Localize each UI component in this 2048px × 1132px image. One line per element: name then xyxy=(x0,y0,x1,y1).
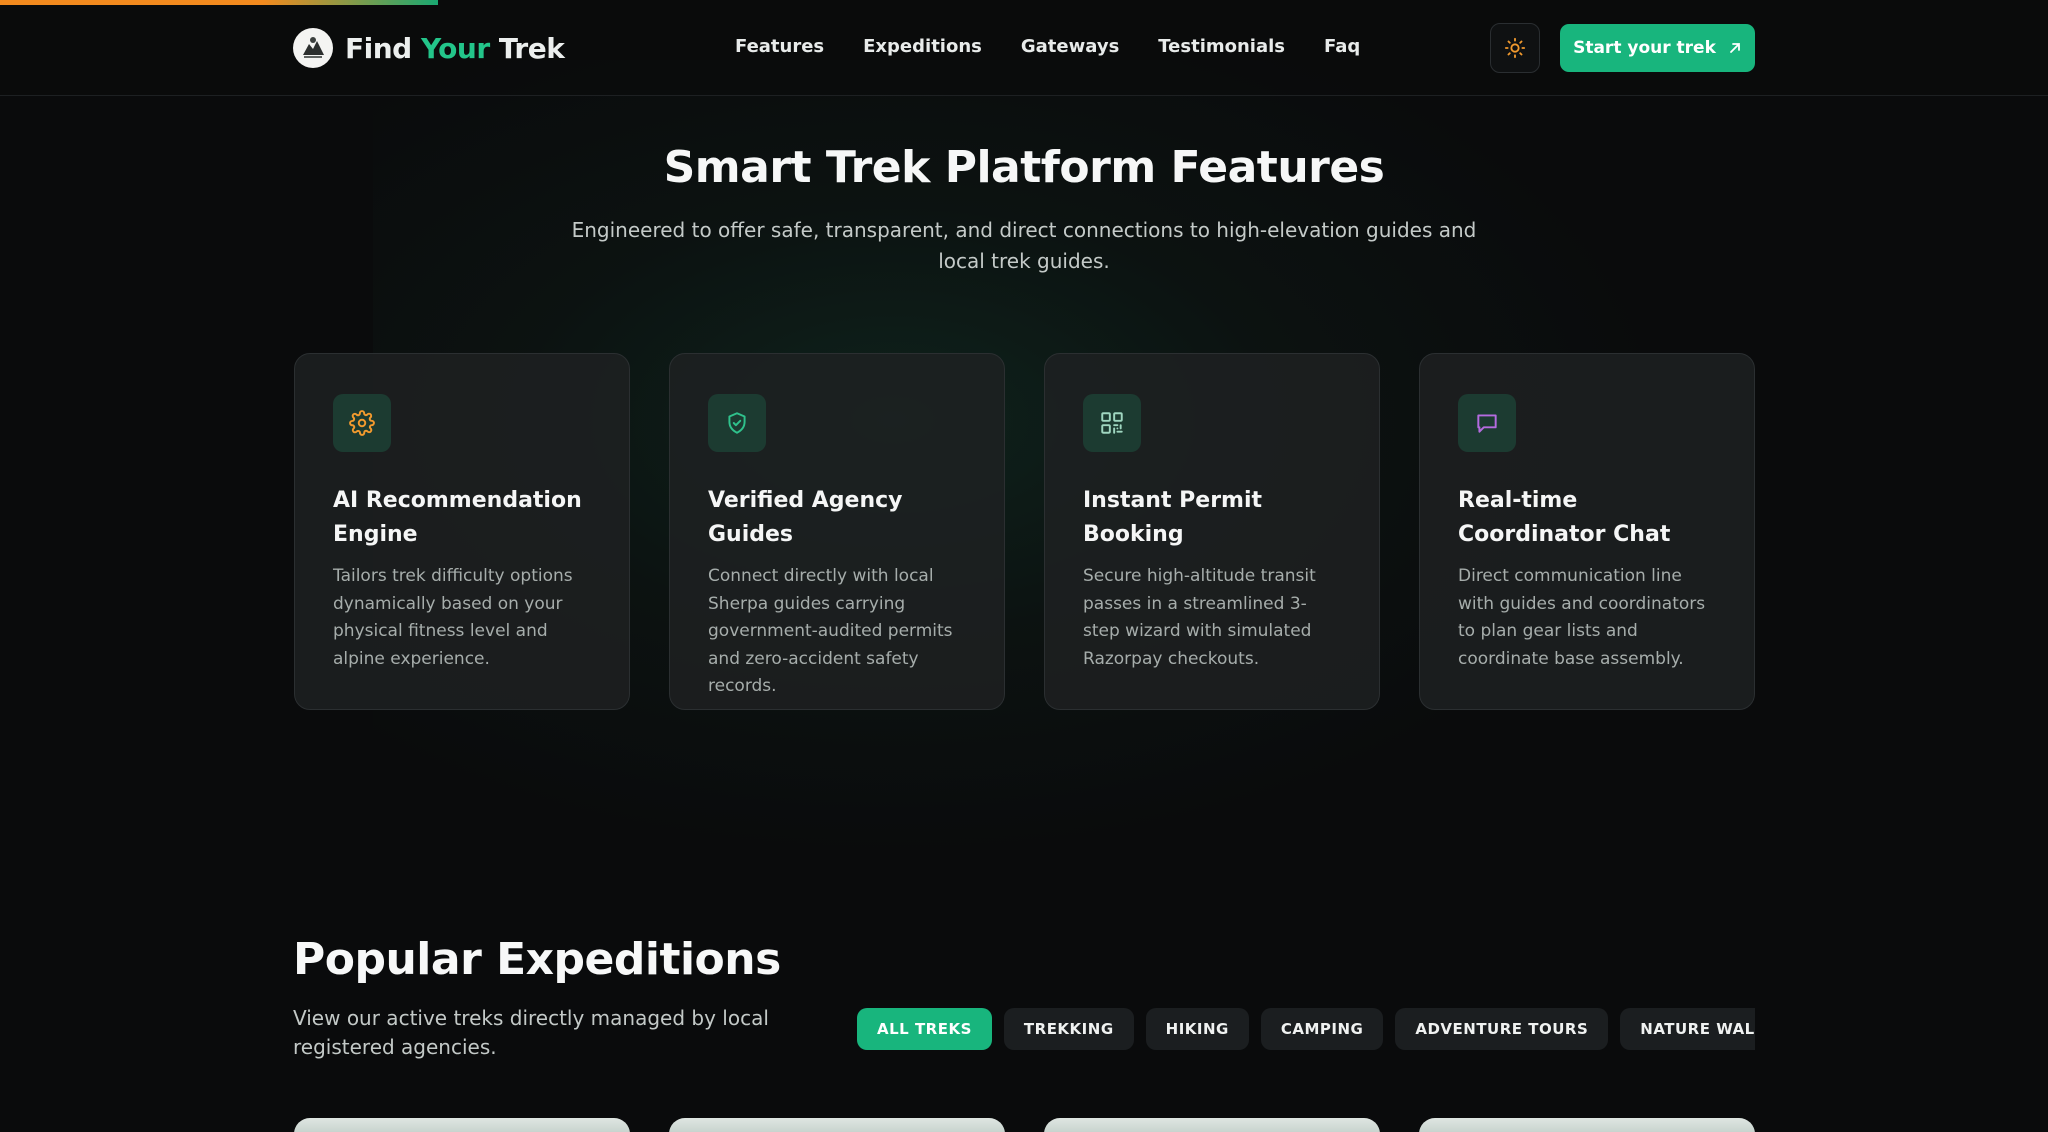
nav-testimonials[interactable]: Testimonials xyxy=(1158,36,1285,57)
nav-faq[interactable]: Faq xyxy=(1324,36,1360,57)
qr-code-icon xyxy=(1101,412,1123,434)
feature-card-guides: Verified Agency Guides Connect directly … xyxy=(669,353,1005,710)
feature-card-title: AI Recommendation Engine xyxy=(333,488,582,547)
filter-hiking[interactable]: HIKING xyxy=(1145,1008,1249,1050)
theme-toggle-button[interactable] xyxy=(1490,23,1540,73)
arrow-up-right-icon xyxy=(1729,43,1740,53)
feature-card-title: Verified Agency Guides xyxy=(708,488,903,547)
filter-camping[interactable]: CAMPING xyxy=(1260,1008,1384,1050)
main-nav: Features Expeditions Gateways Testimonia… xyxy=(735,36,1360,57)
expedition-card-image[interactable] xyxy=(1419,1118,1755,1132)
feature-icon-tile xyxy=(333,394,391,452)
expedition-card-image[interactable] xyxy=(294,1118,630,1132)
filter-nature-walks[interactable]: NATURE WALKS xyxy=(1620,1008,1755,1050)
expedition-cards xyxy=(294,1118,1755,1132)
expedition-card-image[interactable] xyxy=(1044,1118,1380,1132)
feature-icon-tile xyxy=(1083,394,1141,452)
trek-logo-icon xyxy=(293,28,333,68)
feature-cards: AI Recommendation Engine Tailors trek di… xyxy=(294,353,1755,710)
feature-card-title: Instant Permit Booking xyxy=(1083,488,1263,547)
features-subtitle: Engineered to offer safe, transparent, a… xyxy=(571,218,1477,273)
nav-gateways[interactable]: Gateways xyxy=(1021,36,1119,57)
feature-card-desc: Connect directly with local Sherpa guide… xyxy=(708,566,953,696)
expeditions-title: Popular Expeditions xyxy=(293,934,781,985)
brand-name-prefix: Find xyxy=(345,31,421,65)
brand-name-suffix: Trek xyxy=(489,31,565,65)
scroll-progress-fill xyxy=(0,0,439,5)
feature-card-desc: Tailors trek difficulty options dynamica… xyxy=(333,566,573,669)
feature-icon-tile xyxy=(708,394,766,452)
features-title: Smart Trek Platform Features xyxy=(663,142,1385,193)
start-trek-label: Start your trek xyxy=(1573,38,1716,58)
expedition-card-image[interactable] xyxy=(669,1118,1005,1132)
nav-features[interactable]: Features xyxy=(735,36,824,57)
feature-icon-tile xyxy=(1458,394,1516,452)
feature-card-desc: Direct communication line with guides an… xyxy=(1458,566,1706,669)
brand-name: Find Your Trek xyxy=(345,31,565,65)
sun-icon xyxy=(1504,37,1526,59)
brand-name-accent: Your xyxy=(420,31,490,65)
feature-card-permit: Instant Permit Booking Secure high-altit… xyxy=(1044,353,1380,710)
gear-icon xyxy=(349,410,375,436)
nav-expeditions[interactable]: Expeditions xyxy=(863,36,982,57)
filter-adventure-tours[interactable]: ADVENTURE TOURS xyxy=(1395,1008,1609,1050)
feature-card-ai: AI Recommendation Engine Tailors trek di… xyxy=(294,353,630,710)
feature-card-desc: Secure high-altitude transit passes in a… xyxy=(1083,566,1316,669)
shield-check-icon xyxy=(728,412,746,434)
scroll-progress-bar xyxy=(0,0,2048,5)
chat-bubble-icon xyxy=(1477,414,1497,433)
filter-trekking[interactable]: TREKKING xyxy=(1003,1008,1134,1050)
page: Find Your Trek Features Expeditions Gate… xyxy=(0,0,2048,1132)
trek-filter-tabs: ALL TREKS TREKKING HIKING CAMPING ADVENT… xyxy=(857,1008,1755,1052)
brand-home-link[interactable]: Find Your Trek xyxy=(293,28,565,68)
filter-all-treks[interactable]: ALL TREKS xyxy=(857,1008,992,1050)
expeditions-subtitle: View our active treks directly managed b… xyxy=(293,1006,769,1059)
start-trek-button[interactable]: Start your trek xyxy=(1560,24,1755,72)
feature-card-title: Real-time Coordinator Chat xyxy=(1458,488,1671,547)
feature-card-chat: Real-time Coordinator Chat Direct commun… xyxy=(1419,353,1755,710)
site-header: Find Your Trek Features Expeditions Gate… xyxy=(0,0,2048,96)
